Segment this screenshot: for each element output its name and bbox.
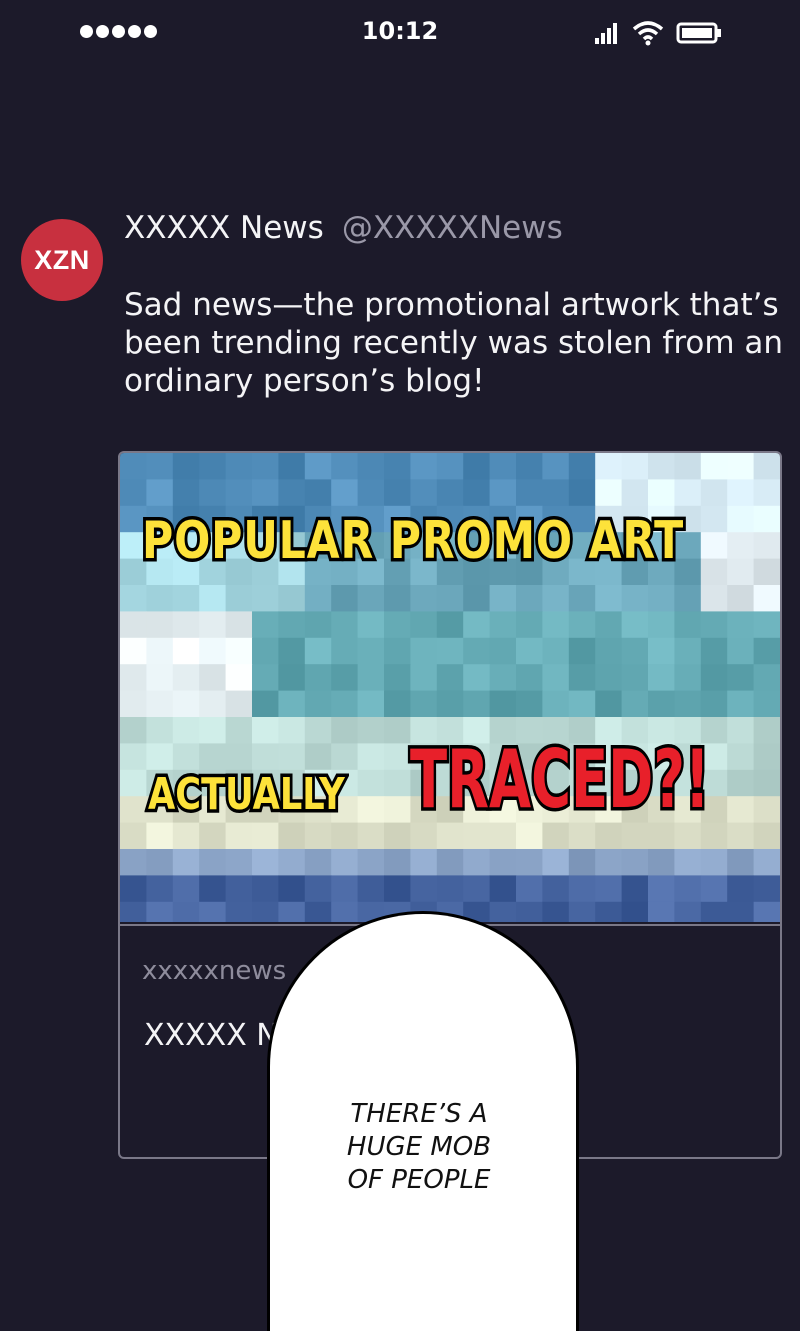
account-handle[interactable]: @XXXXXNews	[342, 210, 563, 246]
speech-bubble-text: THERE’S A HUGE MOB OF PEOPLE	[0, 1098, 800, 1197]
account-name[interactable]: XXXXX News	[124, 210, 324, 246]
wifi-icon	[632, 21, 664, 46]
card-image[interactable]: POPULAR PROMO ART ACTUALLY TRACED?!	[120, 453, 780, 922]
headline-line-1: POPULAR PROMO ART	[139, 508, 686, 575]
bubble-line-3: OF PEOPLE	[347, 1165, 491, 1195]
card-title: XXXXX N	[144, 1018, 279, 1053]
headline-traced: TRACED?!	[408, 730, 712, 830]
avatar[interactable]: XZN	[21, 219, 103, 301]
headline-actually: ACTUALLY	[145, 766, 347, 824]
tweet-header: XXXXX News @XXXXXNews	[124, 210, 563, 246]
card-domain: xxxxxnews	[142, 956, 287, 986]
tweet-text: Sad news—the promotional artwork that’s …	[124, 287, 784, 399]
cellular-bars-icon	[595, 23, 617, 44]
battery-icon	[676, 22, 721, 44]
status-icons	[594, 20, 722, 46]
status-bar: 10:12	[0, 0, 800, 64]
bubble-line-1: THERE’S A	[350, 1099, 488, 1129]
bubble-line-2: HUGE MOB	[346, 1132, 492, 1162]
